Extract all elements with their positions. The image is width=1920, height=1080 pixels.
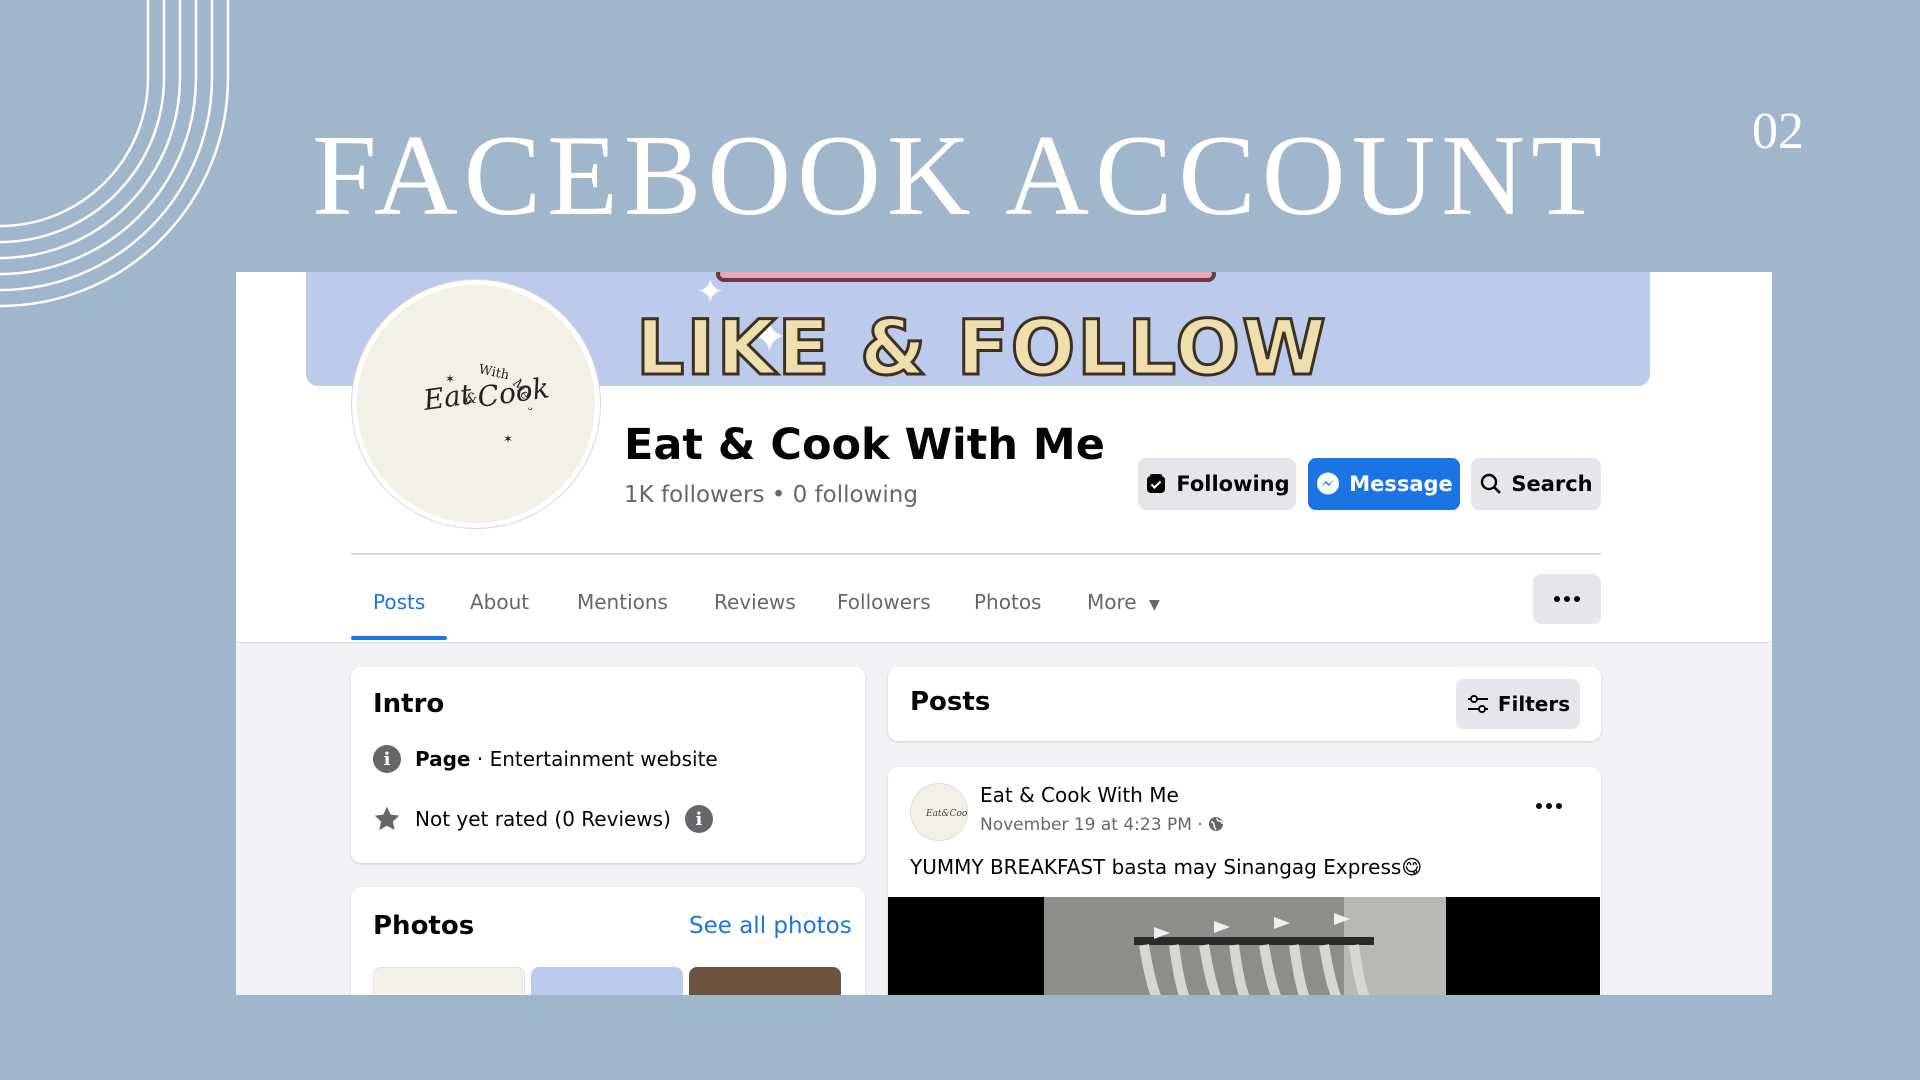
page-label: Page <box>415 747 471 771</box>
facebook-page-screenshot: ✦ ✦ LIKE & FOLLOW With Me Eat & Cook ✶ ✶… <box>236 272 1772 995</box>
tab-posts[interactable]: Posts <box>373 590 425 614</box>
star-icon <box>374 806 400 830</box>
dot-icon <box>1546 803 1552 809</box>
page-name: Eat & Cook With Me <box>624 420 1105 470</box>
following-button[interactable]: Following <box>1138 458 1296 510</box>
svg-text:&: & <box>465 391 477 407</box>
post-timestamp[interactable]: November 19 at 4:23 PM · <box>980 815 1224 835</box>
follower-stats[interactable]: 1K followers • 0 following <box>624 482 918 508</box>
tab-mentions[interactable]: Mentions <box>577 590 668 614</box>
profile-avatar[interactable]: With Me Eat & Cook ✶ ✶ ᵕ <box>352 280 600 528</box>
tab-photos[interactable]: Photos <box>974 590 1041 614</box>
rating-text: Not yet rated (0 Reviews) <box>415 807 671 831</box>
post-time-text: November 19 at 4:23 PM · <box>980 815 1209 835</box>
messenger-icon <box>1317 472 1340 495</box>
dot-icon <box>1564 596 1570 602</box>
eat-cook-logo: Eat&Cook <box>925 809 973 819</box>
rating-row: Not yet rated (0 Reviews) i <box>373 805 713 833</box>
info-icon: i <box>373 745 401 773</box>
photo-thumbnail[interactable] <box>689 967 841 995</box>
svg-text:Eat&Cook: Eat&Cook <box>925 809 967 819</box>
message-button[interactable]: Message <box>1308 458 1460 510</box>
tab-reviews[interactable]: Reviews <box>714 590 796 614</box>
caret-down-icon: ▼ <box>1148 597 1160 613</box>
post-options-button[interactable] <box>1536 803 1562 809</box>
see-all-photos-link[interactable]: See all photos <box>689 913 852 939</box>
tab-about[interactable]: About <box>470 590 529 614</box>
dot-icon <box>1556 803 1562 809</box>
cover-decoration <box>716 272 1216 282</box>
dot-icon <box>1574 596 1580 602</box>
page-category-text: Page · Entertainment website <box>415 747 718 771</box>
posts-header-card: Posts Filters <box>888 667 1601 741</box>
dot-icon <box>1554 596 1560 602</box>
svg-text:✶: ✶ <box>445 372 455 386</box>
header-divider <box>351 553 1601 555</box>
eat-cook-logo: With Me Eat & Cook ✶ ✶ ᵕ <box>420 362 551 446</box>
active-tab-indicator <box>351 636 447 640</box>
tab-more[interactable]: More ▼ <box>1087 590 1160 614</box>
slide-title: FACEBOOK ACCOUNT <box>312 112 1608 240</box>
post-card: Eat&Cook Eat & Cook With Me November 19 … <box>888 767 1601 995</box>
following-label: Following <box>1176 472 1290 496</box>
post-photo <box>1044 897 1446 995</box>
more-options-button[interactable] <box>1533 574 1601 624</box>
info-icon[interactable]: i <box>684 805 713 833</box>
tab-followers[interactable]: Followers <box>837 590 931 614</box>
svg-text:✶: ✶ <box>503 432 513 446</box>
photos-card: Photos See all photos <box>351 887 865 995</box>
page-category: · Entertainment website <box>470 747 718 771</box>
filters-button[interactable]: Filters <box>1456 679 1580 729</box>
slide-number: 02 <box>1752 103 1804 160</box>
feed-area: Intro i Page · Entertainment website Not… <box>236 642 1772 995</box>
post-author-name[interactable]: Eat & Cook With Me <box>980 783 1179 807</box>
search-icon <box>1481 473 1502 494</box>
search-button[interactable]: Search <box>1471 458 1601 510</box>
photo-thumbnail[interactable] <box>531 967 683 995</box>
globe-icon <box>1209 817 1224 831</box>
svg-text:ᵕ: ᵕ <box>528 402 533 416</box>
following-check-icon <box>1147 474 1166 493</box>
message-label: Message <box>1349 472 1453 496</box>
curtain-photo <box>1044 897 1446 995</box>
photos-title: Photos <box>373 911 475 941</box>
dot-icon <box>1536 803 1542 809</box>
post-text: YUMMY BREAKFAST basta may Sinangag Expre… <box>910 855 1423 879</box>
filters-label: Filters <box>1497 692 1571 716</box>
filters-icon <box>1467 695 1488 713</box>
page-category-row: i Page · Entertainment website <box>373 745 718 773</box>
intro-title: Intro <box>373 689 445 719</box>
tab-more-label: More <box>1087 590 1137 614</box>
post-media[interactable] <box>888 897 1600 995</box>
photo-thumbnail[interactable] <box>373 967 525 995</box>
posts-title: Posts <box>910 687 991 717</box>
post-author-avatar[interactable]: Eat&Cook <box>910 783 973 841</box>
intro-card: Intro i Page · Entertainment website Not… <box>351 667 865 863</box>
search-label: Search <box>1511 472 1593 496</box>
